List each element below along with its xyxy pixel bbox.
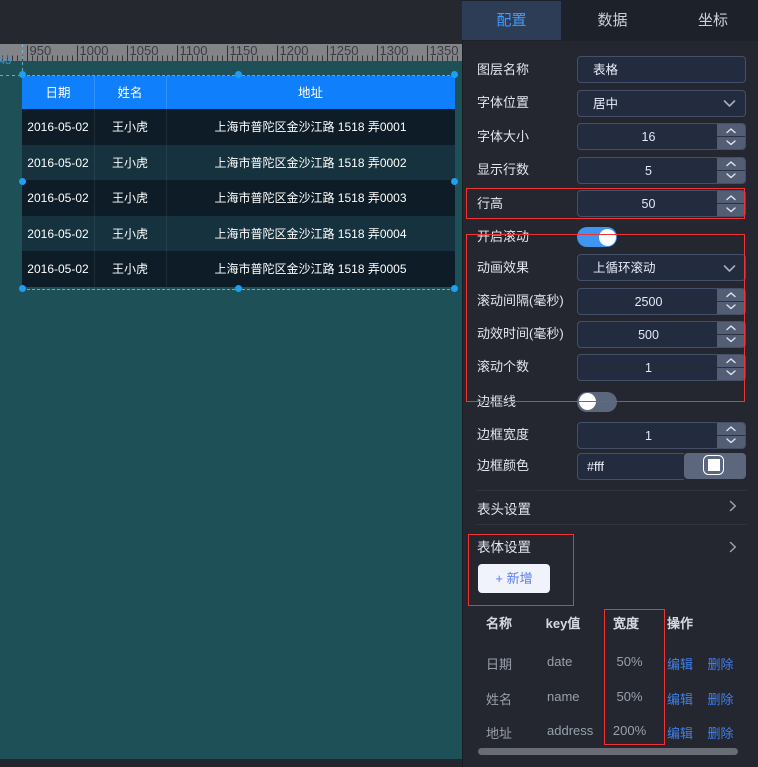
- svg-text:1100: 1100: [180, 44, 208, 58]
- svg-text:1050: 1050: [130, 44, 159, 58]
- svg-text:1350: 1350: [430, 44, 459, 58]
- svg-text:1000: 1000: [80, 44, 109, 58]
- svg-text:950: 950: [30, 44, 52, 58]
- svg-text:1200: 1200: [280, 44, 309, 58]
- svg-text:1150: 1150: [230, 44, 258, 58]
- svg-text:1250: 1250: [330, 44, 359, 58]
- svg-text:1300: 1300: [380, 44, 409, 58]
